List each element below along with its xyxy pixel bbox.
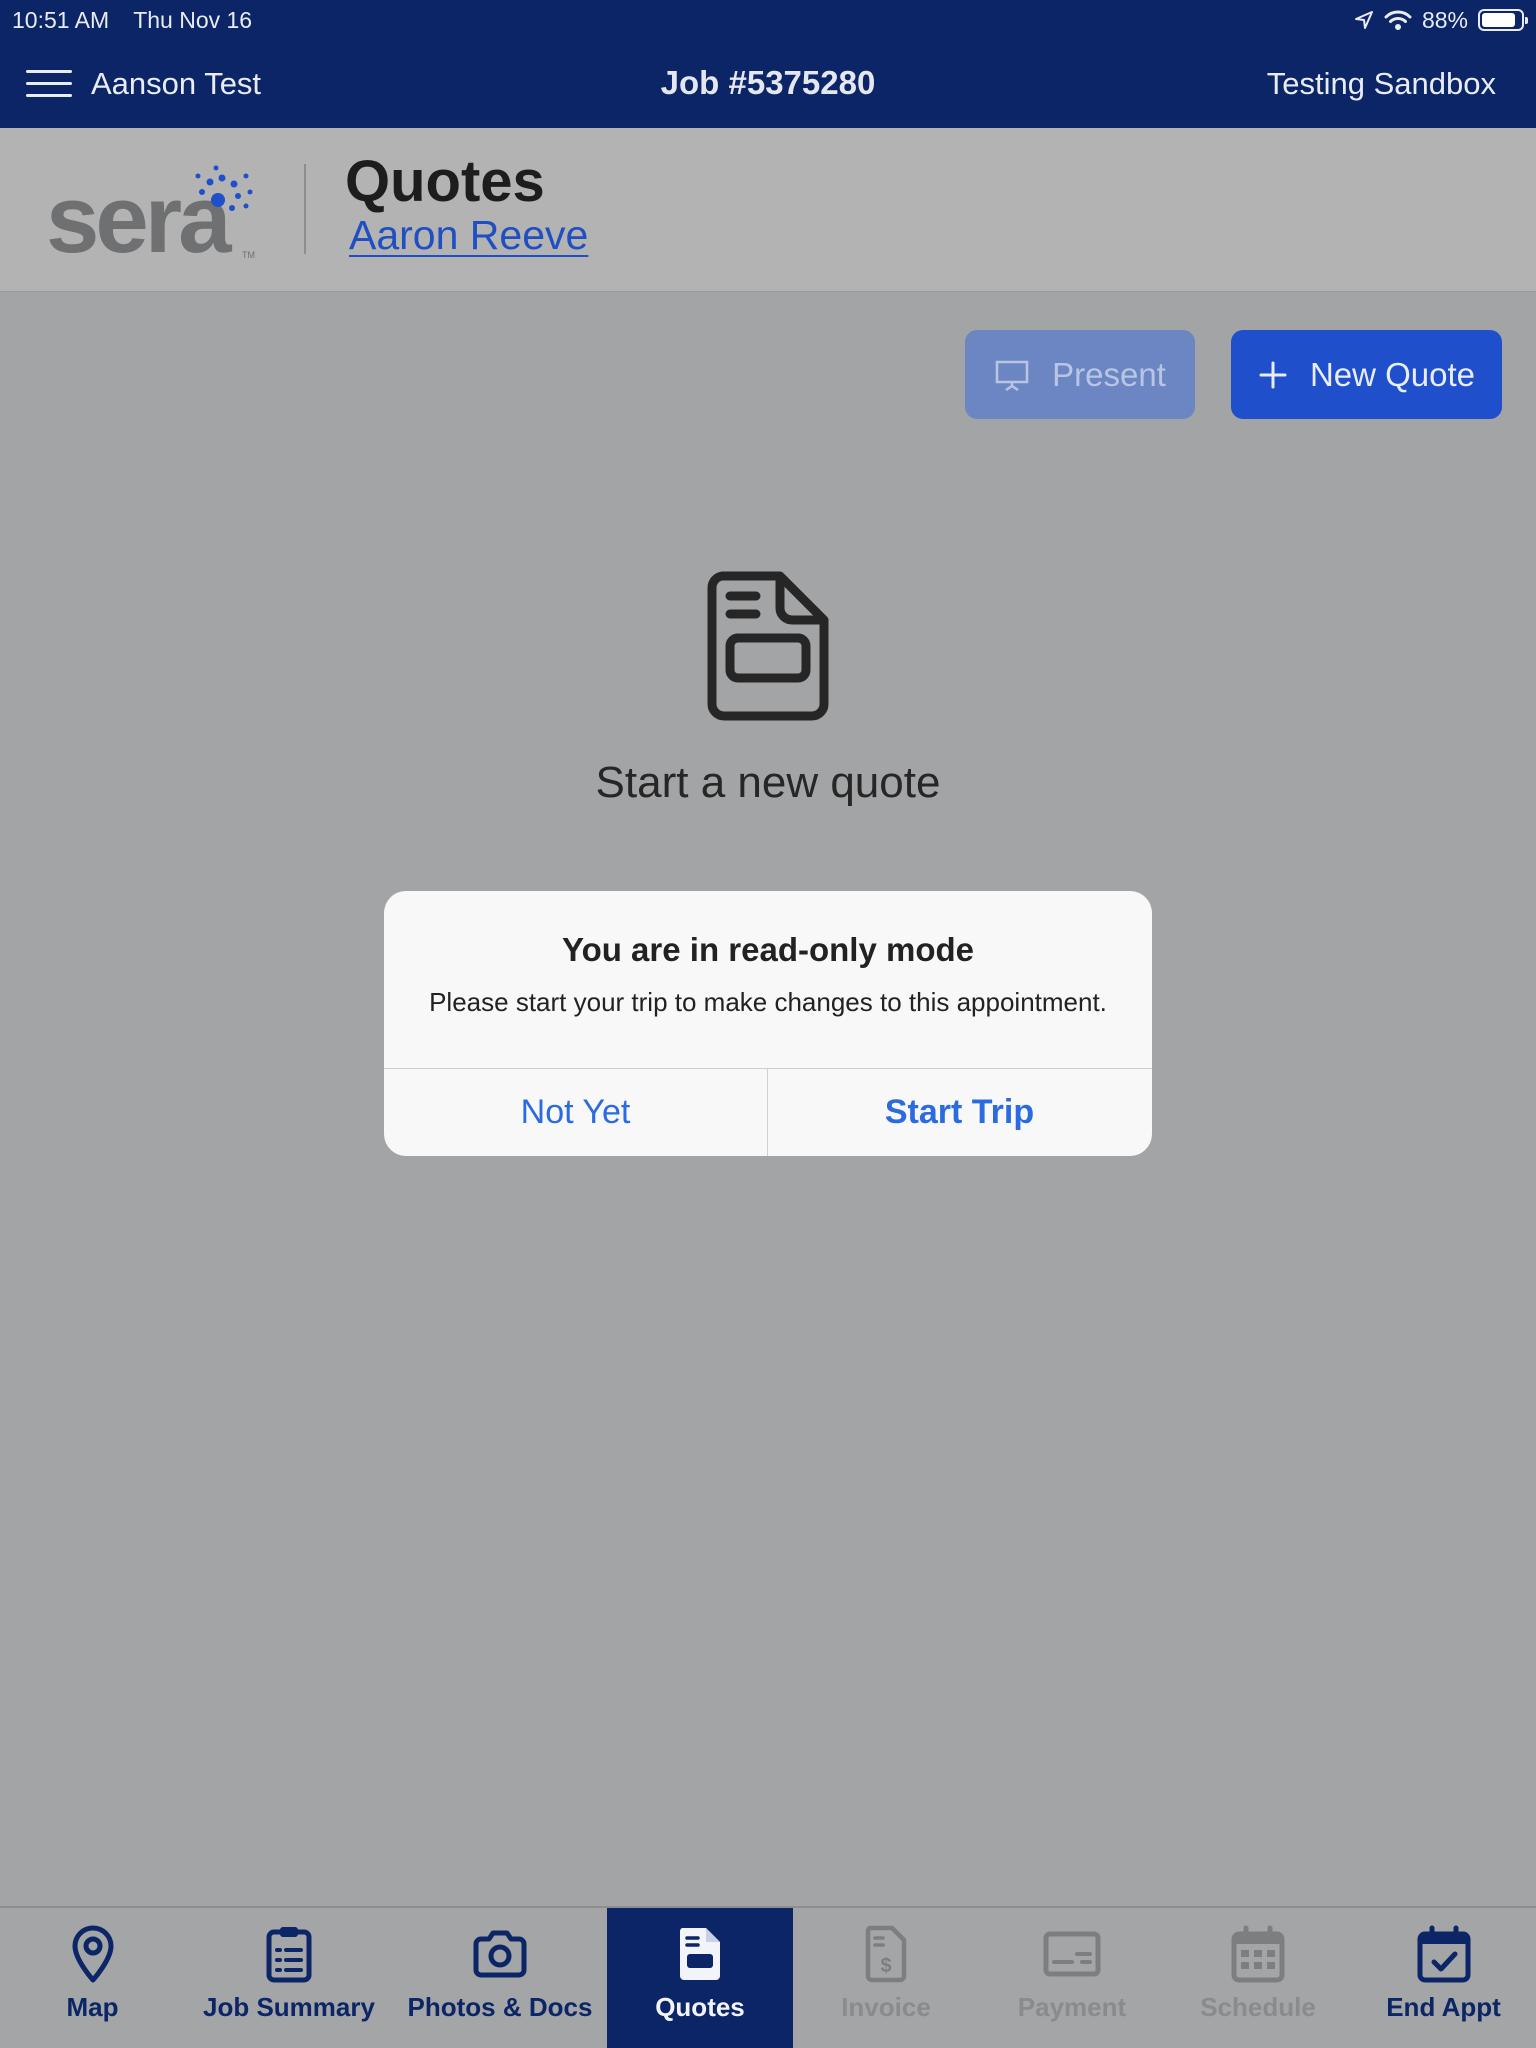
header-divider	[304, 164, 306, 254]
tab-schedule[interactable]: Schedule	[1165, 1908, 1351, 2048]
page-header: sera TM Quotes Aaron Reeve	[0, 128, 1536, 292]
top-bar: 10:51 AM Thu Nov 16 88% Aanson Test Job …	[0, 0, 1536, 128]
svg-text:TM: TM	[242, 250, 255, 260]
new-quote-label: New Quote	[1309, 355, 1476, 393]
tab-label: Photos & Docs	[407, 1992, 593, 2022]
new-quote-button[interactable]: New Quote	[1231, 330, 1502, 419]
tab-map[interactable]: Map	[0, 1908, 185, 2048]
tab-label: End Appt	[1386, 1992, 1501, 2022]
empty-state-message: Start a new quote	[595, 758, 941, 807]
quote-document-icon	[707, 571, 829, 721]
battery-fill	[1482, 13, 1516, 27]
battery-icon	[1478, 9, 1528, 31]
location-arrow-icon	[1354, 11, 1373, 29]
user-name: Aanson Test	[91, 66, 262, 101]
calendar-check-icon	[1417, 1925, 1470, 1983]
tab-quotes[interactable]: Quotes	[607, 1908, 793, 2048]
tab-photos-docs[interactable]: Photos & Docs	[393, 1908, 607, 2048]
nav-row: Aanson Test Job #5375280 Testing Sandbox	[0, 60, 1536, 110]
not-yet-button[interactable]: Not Yet	[384, 1069, 767, 1156]
svg-text:$: $	[880, 1955, 891, 1977]
status-time: 10:51 AM	[12, 6, 110, 33]
present-button[interactable]: Present	[965, 330, 1195, 419]
dialog-title: You are in read-only mode	[562, 931, 974, 968]
bottom-tab-bar: Map Job Summary Photos & Docs Quotes $ I…	[0, 1906, 1536, 2048]
dialog-message: Please start your trip to make changes t…	[429, 987, 1107, 1017]
sera-logo: sera TM	[46, 165, 255, 260]
tab-payment[interactable]: Payment	[979, 1908, 1165, 2048]
presentation-icon	[995, 360, 1029, 391]
read-only-dialog: You are in read-only mode Please start y…	[384, 891, 1152, 1156]
tab-label: Job Summary	[203, 1992, 375, 2022]
quote-document-icon	[679, 1928, 720, 1980]
tab-job-summary[interactable]: Job Summary	[185, 1908, 393, 2048]
svg-text:sera: sera	[46, 166, 232, 260]
payment-card-icon	[1043, 1931, 1101, 1977]
environment-label: Testing Sandbox	[1266, 66, 1496, 101]
tab-end-appt[interactable]: End Appt	[1351, 1908, 1536, 2048]
start-trip-button[interactable]: Start Trip	[768, 1069, 1151, 1156]
status-bar: 10:51 AM Thu Nov 16 88%	[12, 6, 1528, 34]
page-title: Quotes	[345, 149, 545, 214]
tab-invoice[interactable]: $ Invoice	[793, 1908, 979, 2048]
present-label: Present	[1052, 355, 1166, 393]
status-date: Thu Nov 16	[133, 6, 253, 33]
map-pin-icon	[72, 1925, 113, 1983]
battery-percent: 88%	[1421, 6, 1468, 33]
customer-name-link[interactable]: Aaron Reeve	[349, 212, 588, 259]
clipboard-list-icon	[266, 1927, 312, 1983]
status-right: 88%	[1354, 6, 1528, 34]
tab-label: Schedule	[1200, 1992, 1316, 2022]
tab-label: Payment	[1017, 1992, 1127, 2022]
tab-label: Map	[66, 1992, 119, 2022]
plus-icon	[1259, 361, 1287, 388]
tab-label: Quotes	[655, 1992, 745, 2022]
tab-label: Invoice	[841, 1992, 931, 2022]
menu-icon[interactable]	[26, 70, 72, 100]
camera-icon	[473, 1930, 527, 1978]
invoice-dollar-icon: $	[865, 1925, 907, 1983]
wifi-icon	[1384, 10, 1412, 30]
calendar-grid-icon	[1231, 1925, 1285, 1983]
